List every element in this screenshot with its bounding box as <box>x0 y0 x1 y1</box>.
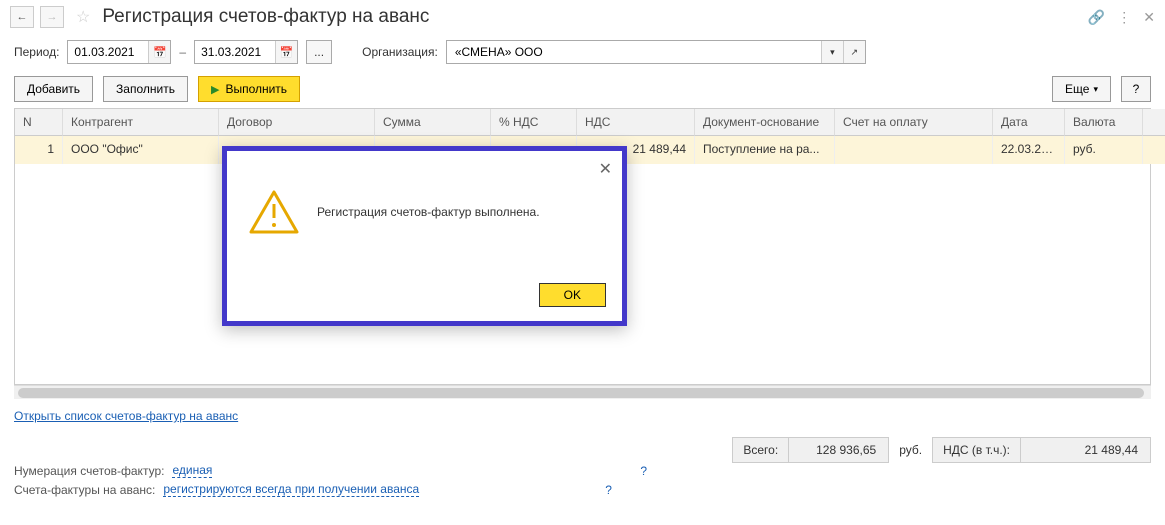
col-basis[interactable]: Документ-основание <box>695 109 835 136</box>
info-dialog: ✕ Регистрация счетов-фактур выполнена. O… <box>222 146 627 326</box>
execute-label: Выполнить <box>225 82 287 96</box>
cell-n[interactable]: 1 <box>15 136 63 164</box>
execute-button[interactable]: ▶ Выполнить <box>198 76 300 102</box>
col-counterparty[interactable]: Контрагент <box>63 109 219 136</box>
total-label: Всего: <box>732 437 789 463</box>
nav-back-button[interactable]: ← <box>10 6 34 28</box>
org-open-icon[interactable]: ↗ <box>843 41 865 63</box>
period-more-button[interactable]: ... <box>306 40 332 64</box>
date-from-field[interactable]: 📅 <box>67 40 171 64</box>
org-label: Организация: <box>362 45 438 59</box>
close-icon[interactable]: ✕ <box>1143 9 1155 26</box>
col-contract[interactable]: Договор <box>219 109 375 136</box>
page-title: Регистрация счетов-фактур на аванс <box>102 6 1081 28</box>
scrollbar-thumb[interactable] <box>18 388 1144 398</box>
open-invoice-list-link[interactable]: Открыть список счетов-фактур на аванс <box>14 409 238 423</box>
org-dropdown-icon[interactable]: ▾ <box>821 41 843 63</box>
col-currency[interactable]: Валюта <box>1065 109 1143 136</box>
numbering-label: Нумерация счетов-фактур: <box>14 464 164 478</box>
col-n[interactable]: N <box>15 109 63 136</box>
col-vat[interactable]: НДС <box>577 109 695 136</box>
cell-extra[interactable] <box>1143 136 1165 164</box>
date-from-input[interactable] <box>68 41 148 63</box>
calendar-icon[interactable]: 📅 <box>148 41 170 63</box>
total-unit: руб. <box>889 437 932 463</box>
kebab-menu-icon[interactable]: ⋮ <box>1117 9 1131 26</box>
horizontal-scrollbar[interactable] <box>14 385 1151 399</box>
more-button[interactable]: Еще ▾ <box>1052 76 1111 102</box>
warning-icon <box>249 190 299 234</box>
total-value: 128 936,65 <box>789 437 889 463</box>
play-icon: ▶ <box>211 83 219 96</box>
col-date[interactable]: Дата <box>993 109 1065 136</box>
chevron-down-icon: ▾ <box>1093 84 1098 95</box>
date-to-field[interactable]: 📅 <box>194 40 298 64</box>
more-label: Еще <box>1065 82 1089 96</box>
advance-label: Счета-фактуры на аванс: <box>14 483 155 497</box>
cell-date[interactable]: 22.03.2021 <box>993 136 1065 164</box>
help-button[interactable]: ? <box>1121 76 1151 102</box>
advance-help-icon[interactable]: ? <box>605 483 612 497</box>
dialog-ok-button[interactable]: OK <box>539 283 606 307</box>
vat-total-label: НДС (в т.ч.): <box>932 437 1021 463</box>
dialog-message: Регистрация счетов-фактур выполнена. <box>317 205 540 219</box>
vat-total-value: 21 489,44 <box>1021 437 1151 463</box>
date-to-input[interactable] <box>195 41 275 63</box>
org-input[interactable] <box>447 41 821 63</box>
period-label: Период: <box>14 45 59 59</box>
add-button[interactable]: Добавить <box>14 76 93 102</box>
dialog-close-icon[interactable]: ✕ <box>599 159 612 179</box>
col-sum[interactable]: Сумма <box>375 109 491 136</box>
advance-link[interactable]: регистрируются всегда при получении аван… <box>163 482 419 497</box>
col-extra[interactable] <box>1143 109 1165 136</box>
col-vat-rate[interactable]: % НДС <box>491 109 577 136</box>
numbering-link[interactable]: единая <box>172 463 212 478</box>
calendar-icon[interactable]: 📅 <box>275 41 297 63</box>
numbering-help-icon[interactable]: ? <box>640 464 647 478</box>
cell-counterparty[interactable]: ООО "Офис" <box>63 136 219 164</box>
favorite-star-icon[interactable]: ☆ <box>76 7 90 27</box>
fill-button[interactable]: Заполнить <box>103 76 188 102</box>
link-icon[interactable]: 🔗 <box>1088 9 1105 26</box>
cell-currency[interactable]: руб. <box>1065 136 1143 164</box>
totals-bar: Всего: 128 936,65 руб. НДС (в т.ч.): 21 … <box>732 437 1151 463</box>
org-field[interactable]: ▾ ↗ <box>446 40 866 64</box>
cell-basis[interactable]: Поступление на ра... <box>695 136 835 164</box>
col-invoice[interactable]: Счет на оплату <box>835 109 993 136</box>
nav-forward-button[interactable]: → <box>40 6 64 28</box>
date-dash: – <box>179 45 186 59</box>
cell-invoice[interactable] <box>835 136 993 164</box>
